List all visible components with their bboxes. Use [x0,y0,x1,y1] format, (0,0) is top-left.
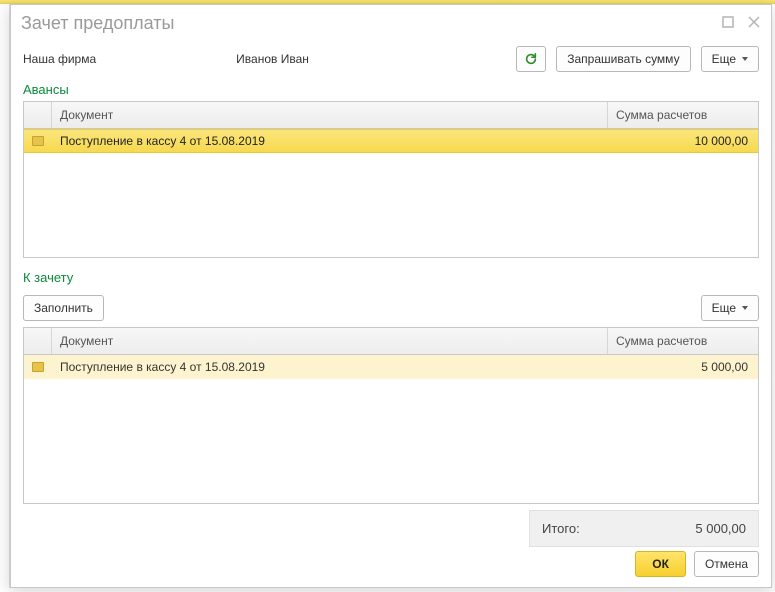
total-label: Итого: [542,521,580,536]
col-header-doc: Документ [52,328,608,354]
more-button-top[interactable]: Еще [701,46,759,72]
table-row[interactable]: Поступление в кассу 4 от 15.08.2019 5 00… [24,355,758,379]
cell-sum: 5 000,00 [608,360,758,374]
cell-doc: Поступление в кассу 4 от 15.08.2019 [52,134,608,148]
col-header-icon [24,328,52,354]
refresh-icon [524,52,538,66]
close-icon[interactable] [747,15,761,29]
document-icon [32,136,44,146]
total-box: Итого: 5 000,00 [529,510,759,547]
cell-sum: 10 000,00 [608,134,758,148]
more-label-offset: Еще [712,301,736,315]
chevron-down-icon [742,306,748,310]
document-icon [32,362,44,372]
offset-table: Документ Сумма расчетов Поступление в ка… [23,327,759,504]
request-sum-label: Запрашивать сумму [567,52,679,66]
fill-button[interactable]: Заполнить [23,295,104,321]
dialog-window: Зачет предоплаты Наша фирма Иванов Иван … [10,4,772,588]
cell-doc: Поступление в кассу 4 от 15.08.2019 [52,360,608,374]
col-header-sum: Сумма расчетов [608,328,758,354]
more-button-offset[interactable]: Еще [701,295,759,321]
advances-title: Авансы [11,80,771,101]
ok-label: ОК [652,557,669,571]
titlebar: Зачет предоплаты [11,5,771,42]
window-title: Зачет предоплаты [21,13,709,34]
dialog-footer: ОК Отмена [635,551,759,577]
refresh-button[interactable] [516,46,546,72]
offset-title: К зачету [11,268,771,289]
person-name: Иванов Иван [236,52,309,66]
toolbar: Наша фирма Иванов Иван Запрашивать сумму… [11,42,771,80]
firm-label: Наша фирма [23,52,96,66]
col-header-icon [24,102,52,128]
total-value: 5 000,00 [580,521,746,536]
col-header-sum: Сумма расчетов [608,102,758,128]
table-row[interactable]: Поступление в кассу 4 от 15.08.2019 10 0… [24,129,758,153]
advances-table: Документ Сумма расчетов Поступление в ка… [23,101,759,258]
more-label-top: Еще [712,52,736,66]
offset-toolbar: Заполнить Еще [11,289,771,327]
cancel-button[interactable]: Отмена [694,551,759,577]
col-header-doc: Документ [52,102,608,128]
request-sum-button[interactable]: Запрашивать сумму [556,46,690,72]
cancel-label: Отмена [705,557,748,571]
ok-button[interactable]: ОК [635,551,686,577]
maximize-icon[interactable] [721,15,735,29]
fill-label: Заполнить [34,301,93,315]
chevron-down-icon [742,57,748,61]
